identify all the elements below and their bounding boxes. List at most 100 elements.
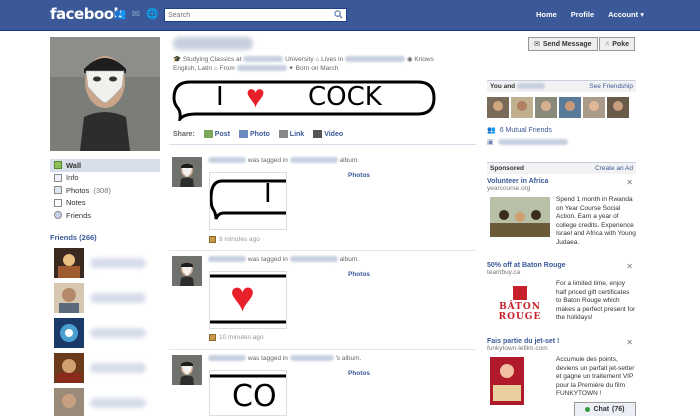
poke-button[interactable]: ☝ Poke: [599, 37, 635, 51]
divider: [169, 144, 476, 145]
story-avatar[interactable]: [172, 355, 202, 385]
post-icon: [203, 130, 213, 138]
ad-unit[interactable]: Volunteer in Africa yearcourse.org ✕ Spe…: [487, 178, 636, 256]
nav-profile[interactable]: Profile: [571, 10, 594, 19]
ad-image[interactable]: [490, 357, 524, 405]
messages-icon[interactable]: ✉: [130, 9, 142, 21]
story-photo[interactable]: I: [209, 172, 287, 230]
friends-section-header[interactable]: Friends (266): [50, 233, 97, 242]
story-avatar[interactable]: [172, 256, 202, 286]
close-icon[interactable]: ✕: [626, 178, 633, 187]
info-icon: [54, 173, 62, 182]
ad-unit[interactable]: 50% off at Baton Rouge teambuy.ca ✕ BÂTO…: [487, 262, 636, 332]
mutual-friends-thumbs: [487, 97, 636, 118]
jewel-icons: 👥 ✉ 🌐: [114, 9, 158, 21]
story-photos-link[interactable]: Photos: [348, 370, 370, 377]
close-icon[interactable]: ✕: [626, 338, 633, 347]
search-input[interactable]: [165, 9, 346, 21]
friend-item[interactable]: [54, 246, 154, 279]
search-icon[interactable]: [334, 10, 343, 19]
info-university: University: [285, 56, 314, 63]
friend-item[interactable]: [54, 316, 154, 349]
share-link[interactable]: Link: [278, 130, 304, 138]
mutual-friend-avatar[interactable]: [535, 97, 557, 118]
mutual-friend-avatar[interactable]: [607, 97, 629, 118]
mutual-friends-label: 6 Mutual Friends: [499, 126, 552, 134]
ad-title[interactable]: 50% off at Baton Rouge: [487, 262, 636, 269]
story-avatar[interactable]: [172, 157, 202, 187]
wall-icon: [54, 161, 62, 170]
story-text: was tagged in album.: [208, 256, 359, 263]
mutual-friends-link[interactable]: 👥 6 Mutual Friends: [487, 126, 636, 135]
friends-list: [54, 246, 154, 416]
ad-title[interactable]: Fais partie du jet-set !: [487, 338, 636, 345]
nav-account[interactable]: Account ▾: [608, 10, 644, 19]
photo-bubble-shape: [210, 179, 286, 220]
feed-story: was tagged in album. Photos I 9 minutes …: [172, 157, 472, 247]
friend-avatar: [54, 317, 84, 348]
video-icon: [313, 130, 323, 138]
friend-name-redacted: [90, 292, 146, 303]
share-post[interactable]: Post: [203, 130, 230, 138]
friend-name-redacted: [90, 327, 146, 338]
sponsored-header-box: Sponsored Create an Ad: [487, 162, 636, 174]
mutual-group-link[interactable]: ▣: [487, 138, 636, 146]
redacted: [208, 355, 246, 362]
globe-icon: ◉: [406, 56, 413, 63]
friendship-header: You and See Friendship: [487, 80, 636, 92]
leftnav-photos[interactable]: Photos (308): [50, 184, 160, 197]
friend-item[interactable]: [54, 386, 154, 416]
share-video-label: Video: [324, 130, 344, 138]
leftnav-info-label: Info: [66, 173, 79, 183]
story-photo-text: CO: [232, 379, 277, 414]
friends-icon: 👥: [487, 127, 496, 134]
mutual-friend-avatar[interactable]: [487, 97, 509, 118]
create-ad-link[interactable]: Create an Ad: [595, 165, 633, 172]
friend-name-redacted: [90, 362, 146, 373]
leftnav-friends[interactable]: Friends: [50, 209, 160, 222]
notifications-icon[interactable]: 🌐: [146, 9, 158, 21]
leftnav-notes[interactable]: Notes: [50, 197, 160, 210]
story-photo[interactable]: CO: [209, 370, 287, 416]
share-video[interactable]: Video: [313, 130, 343, 138]
close-icon[interactable]: ✕: [626, 262, 633, 271]
story-album: album.: [339, 157, 360, 164]
story-photos-link[interactable]: Photos: [348, 172, 370, 179]
redacted: [289, 157, 338, 164]
share-post-label: Post: [214, 130, 230, 138]
home-icon: ⌂: [213, 65, 218, 72]
leftnav-notes-label: Notes: [66, 198, 86, 208]
share-label: Share:: [173, 130, 195, 138]
story-photo[interactable]: ♥: [209, 271, 287, 329]
see-friendship-link[interactable]: See Friendship: [589, 83, 633, 90]
ad-image[interactable]: BÂTON ROUGE: [490, 282, 550, 326]
profile-picture[interactable]: [50, 37, 160, 151]
friend-item[interactable]: [54, 281, 154, 314]
friend-item[interactable]: [54, 351, 154, 384]
nav-home[interactable]: Home: [536, 10, 557, 19]
ad-title[interactable]: Volunteer in Africa: [487, 178, 636, 185]
share-photo[interactable]: Photo: [238, 130, 270, 138]
story-text: was tagged in 's album.: [208, 355, 361, 362]
friends-icon: [54, 211, 62, 220]
facebook-logo[interactable]: facebook: [50, 5, 124, 23]
bubble-letter-i: I: [216, 82, 224, 112]
ad-image[interactable]: [490, 197, 550, 237]
info-knows: Knows: [414, 56, 434, 63]
share-bar: Share: Post Photo Link Video: [173, 130, 343, 138]
friend-requests-icon[interactable]: 👥: [114, 9, 126, 21]
mutual-friend-avatar[interactable]: [559, 97, 581, 118]
send-message-button[interactable]: ✉ Send Message: [528, 37, 598, 51]
leftnav-info[interactable]: Info: [50, 172, 160, 185]
chat-bar[interactable]: Chat (76): [574, 402, 636, 416]
redacted: [516, 83, 545, 90]
leftnav-wall[interactable]: Wall: [50, 159, 160, 172]
ad-logo-line2: ROUGE: [498, 312, 542, 322]
top-nav-links: Home Profile Account ▾: [536, 10, 644, 19]
mutual-friend-avatar[interactable]: [511, 97, 533, 118]
mutual-friend-avatar[interactable]: [583, 97, 605, 118]
info-studying: Studying Classics at: [182, 56, 242, 63]
online-status-icon: [585, 407, 591, 412]
story-photos-link[interactable]: Photos: [348, 271, 370, 278]
search-box: [164, 8, 347, 22]
